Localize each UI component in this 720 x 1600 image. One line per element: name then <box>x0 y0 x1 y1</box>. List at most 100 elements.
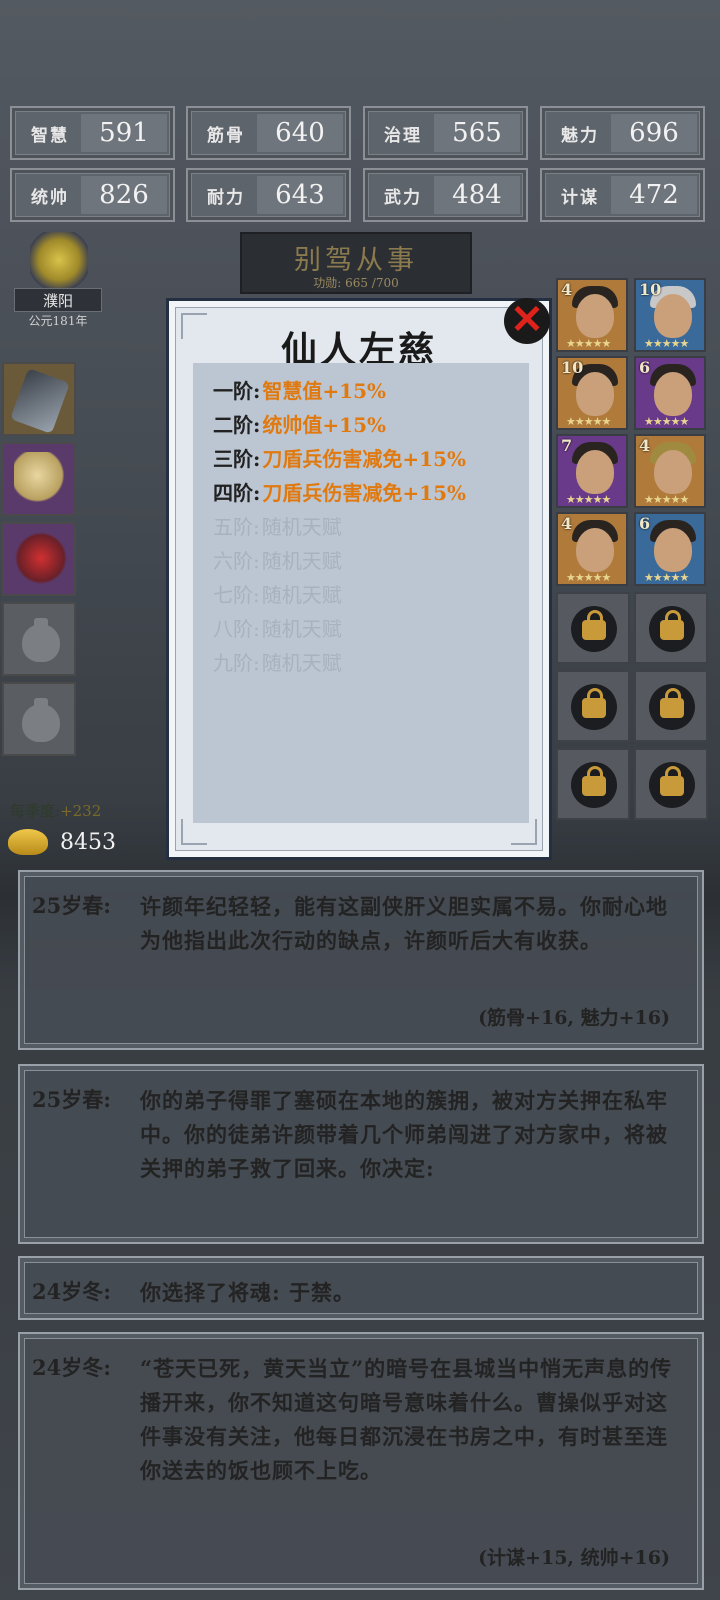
bag-icon <box>22 698 60 742</box>
stat-governance: 治理 565 <box>363 106 528 160</box>
rank-title: 别驾从事 <box>294 245 418 276</box>
weapon-icon <box>10 368 70 434</box>
hero-face <box>576 528 614 572</box>
stat-label: 武力 <box>384 187 422 208</box>
star-rating-icon: ★★★★★ <box>644 493 689 506</box>
locked-hero-slot[interactable] <box>634 670 708 742</box>
location-badge[interactable]: 濮阳 公元181年 <box>10 232 106 328</box>
item-slot-empty[interactable] <box>2 602 76 676</box>
log-text: 你的弟子得罪了塞硕在本地的簇拥，被对方关押在私牢中。你的徒弟许颜带着几个师弟闯进… <box>140 1088 668 1181</box>
stat-label: 统帅 <box>31 187 69 208</box>
log-time: 25岁春: <box>32 893 111 918</box>
event-log-entry: 24岁冬: 你选择了将魂: 于禁。 <box>18 1256 704 1320</box>
hero-portrait[interactable]: 6 ★★★★★ <box>634 356 706 430</box>
stat-value: 826 <box>81 176 167 214</box>
stat-strategy: 计谋 472 <box>540 168 705 222</box>
star-rating-icon: ★★★★★ <box>566 337 611 350</box>
hero-portrait[interactable]: 10 ★★★★★ <box>556 356 628 430</box>
log-text: 许颜年纪轻轻，能有这副侠肝义胆实属不易。你耐心地为他指出此次行动的缺点，许颜听后… <box>140 894 668 953</box>
season-income: 每季度:+232 <box>10 800 101 821</box>
hero-portrait[interactable]: 4 ★★★★★ <box>556 512 628 586</box>
hero-face <box>654 528 692 572</box>
star-rating-icon: ★★★★★ <box>566 415 611 428</box>
tier-label: 二阶: <box>213 413 261 437</box>
lock-icon <box>582 610 606 640</box>
stat-value: 640 <box>257 114 343 152</box>
event-log-entry: 24岁冬: “苍天已死，黄天当立”的暗号在县城当中悄无声息的传播开来，你不知道这… <box>18 1332 704 1590</box>
locked-hero-slot[interactable] <box>556 748 630 820</box>
hero-portrait[interactable]: 7 ★★★★★ <box>556 434 628 508</box>
season-income-label: 每季度: <box>10 802 61 820</box>
stat-value: 591 <box>81 114 167 152</box>
hero-face <box>576 372 614 416</box>
gold-ingot-icon <box>8 829 48 855</box>
talent-tier-9: 九阶: 随机天赋 <box>213 647 342 676</box>
horse-icon <box>14 452 66 510</box>
talent-tier-7: 七阶: 随机天赋 <box>213 579 342 608</box>
item-slot-armor[interactable] <box>2 522 76 596</box>
tier-label: 八阶: <box>213 617 260 641</box>
tier-effect: 统帅值+15% <box>262 413 386 437</box>
merit-progress: 功勋: 665 /700 <box>313 276 399 290</box>
star-rating-icon: ★★★★★ <box>644 415 689 428</box>
talent-list: 一阶: 智慧值+15% 二阶: 统帅值+15% 三阶: 刀盾兵伤害减免+15% 四阶:… <box>193 363 529 823</box>
lock-icon <box>582 766 606 796</box>
stat-label: 计谋 <box>561 187 599 208</box>
locked-hero-slot[interactable] <box>556 592 630 664</box>
stat-label: 魅力 <box>561 125 599 146</box>
stat-label: 智慧 <box>31 125 69 146</box>
tier-effect: 随机天赋 <box>261 617 342 641</box>
hero-level: 6 <box>639 358 651 377</box>
item-slot-weapon[interactable] <box>2 362 76 436</box>
stat-command: 统帅 826 <box>10 168 175 222</box>
rank-plate[interactable]: 别驾从事 功勋: 665 /700 <box>240 232 472 294</box>
lock-icon <box>660 610 684 640</box>
hero-face <box>654 450 692 494</box>
stat-value: 484 <box>434 176 520 214</box>
hero-portrait[interactable]: 4 ★★★★★ <box>556 278 628 352</box>
log-stat-change: (计谋+15, 统帅+16) <box>478 1547 670 1569</box>
item-slot-empty[interactable] <box>2 682 76 756</box>
tier-effect: 随机天赋 <box>261 651 342 675</box>
talent-tier-4: 四阶: 刀盾兵伤害减免+15% <box>213 477 466 506</box>
tier-effect: 刀盾兵伤害减免+15% <box>262 481 466 505</box>
hero-level: 4 <box>639 436 651 455</box>
lock-icon <box>660 688 684 718</box>
star-rating-icon: ★★★★★ <box>644 337 689 350</box>
stat-label: 筋骨 <box>207 125 245 146</box>
talent-popup: 仙人左慈 一阶: 智慧值+15% 二阶: 统帅值+15% 三阶: 刀盾兵伤害减免+15… <box>166 298 552 860</box>
season-income-value: +232 <box>60 802 102 820</box>
bag-icon <box>22 618 60 662</box>
tier-effect: 随机天赋 <box>261 549 342 573</box>
gold-amount: 8453 <box>60 829 116 855</box>
hero-face <box>654 294 692 338</box>
locked-hero-slot[interactable] <box>634 748 708 820</box>
stat-value: 696 <box>611 114 697 152</box>
locked-hero-slot[interactable] <box>556 670 630 742</box>
tier-label: 四阶: <box>213 481 261 505</box>
star-rating-icon: ★★★★★ <box>644 571 689 584</box>
stat-charm: 魅力 696 <box>540 106 705 160</box>
log-time: 24岁冬: <box>32 1355 111 1380</box>
item-slot-mount[interactable] <box>2 442 76 516</box>
stat-endurance: 耐力 643 <box>186 168 351 222</box>
tier-label: 五阶: <box>213 515 260 539</box>
hero-level: 7 <box>561 436 573 455</box>
close-icon[interactable]: ✕ <box>504 298 550 344</box>
gold-counter: 8453 <box>8 828 116 856</box>
stat-physique: 筋骨 640 <box>186 106 351 160</box>
hero-portrait[interactable]: 10 ★★★★★ <box>634 278 706 352</box>
locked-hero-slot[interactable] <box>634 592 708 664</box>
tier-effect: 刀盾兵伤害减免+15% <box>262 447 466 471</box>
talent-tier-3: 三阶: 刀盾兵伤害减免+15% <box>213 443 466 472</box>
stat-value: 472 <box>611 176 697 214</box>
log-time: 25岁春: <box>32 1087 111 1112</box>
log-time: 24岁冬: <box>32 1279 111 1304</box>
event-log-entry: 25岁春: 许颜年纪轻轻，能有这副侠肝义胆实属不易。你耐心地为他指出此次行动的缺… <box>18 870 704 1050</box>
stat-martial: 武力 484 <box>363 168 528 222</box>
hero-portrait[interactable]: 4 ★★★★★ <box>634 434 706 508</box>
talent-tier-1: 一阶: 智慧值+15% <box>213 375 386 404</box>
hero-face <box>576 294 614 338</box>
armor-icon <box>14 532 68 590</box>
hero-portrait[interactable]: 6 ★★★★★ <box>634 512 706 586</box>
